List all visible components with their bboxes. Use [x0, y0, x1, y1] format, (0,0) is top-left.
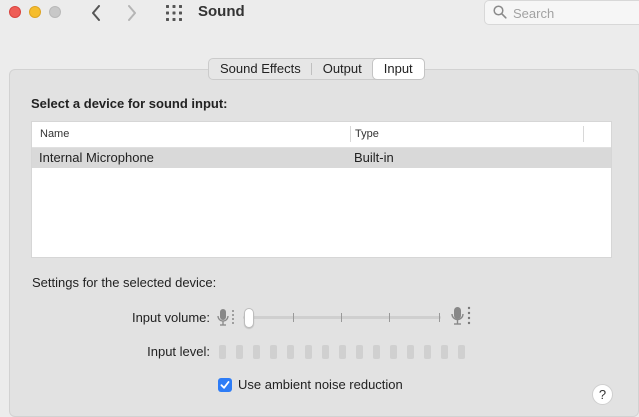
level-segment — [270, 345, 278, 359]
search-field[interactable]: Search — [484, 0, 639, 25]
level-segment — [304, 345, 312, 359]
table-row[interactable]: Internal Microphone Built-in — [32, 148, 611, 168]
level-segment — [372, 345, 380, 359]
help-button[interactable]: ? — [592, 384, 613, 405]
checkmark-icon — [220, 381, 230, 389]
input-volume-track[interactable] — [243, 316, 441, 319]
table-header: Name Type — [32, 122, 611, 148]
noise-reduction-checkbox[interactable] — [218, 378, 232, 392]
slider-tick — [293, 313, 294, 322]
search-icon — [493, 5, 507, 19]
level-segment — [253, 345, 261, 359]
column-header-name[interactable]: Name — [40, 128, 69, 140]
level-segment — [407, 345, 415, 359]
chevron-right-icon — [128, 5, 136, 21]
search-placeholder: Search — [513, 6, 555, 21]
slider-tick — [341, 313, 342, 322]
device-type: Built-in — [354, 150, 394, 165]
minimize-window-button[interactable] — [29, 6, 41, 18]
back-button[interactable] — [85, 2, 107, 24]
level-segment — [219, 345, 226, 359]
tab-input[interactable]: Input — [372, 59, 424, 79]
close-window-button[interactable] — [9, 6, 21, 18]
tab-bar: Sound Effects Output Input — [208, 58, 425, 80]
settings-heading: Settings for the selected device: — [32, 275, 217, 290]
device-select-heading: Select a device for sound input: — [31, 96, 228, 111]
level-segment — [458, 345, 466, 359]
column-divider — [583, 126, 584, 142]
title-bar: Sound Search — [0, 0, 639, 26]
level-segment — [424, 345, 432, 359]
chevron-left-icon — [92, 5, 100, 21]
zoom-window-button[interactable] — [49, 6, 61, 18]
level-segment — [441, 345, 449, 359]
slider-tick — [389, 313, 390, 322]
microphone-low-icon — [217, 309, 234, 326]
level-segment — [355, 345, 363, 359]
grid-icon — [166, 5, 182, 21]
tab-output[interactable]: Output — [312, 59, 373, 79]
level-segment — [321, 345, 329, 359]
noise-reduction-label[interactable]: Use ambient noise reduction — [238, 377, 403, 392]
level-segment — [287, 345, 295, 359]
device-name: Internal Microphone — [39, 150, 154, 165]
forward-button[interactable] — [121, 2, 143, 24]
level-segment — [236, 345, 244, 359]
column-header-type[interactable]: Type — [355, 128, 379, 140]
microphone-high-icon — [451, 306, 471, 325]
input-level-label: Input level: — [147, 344, 210, 359]
show-all-button[interactable] — [165, 4, 183, 22]
tab-sound-effects[interactable]: Sound Effects — [209, 59, 312, 79]
level-segment — [338, 345, 346, 359]
slider-tick — [439, 313, 440, 322]
column-divider — [350, 126, 351, 142]
level-segment — [390, 345, 397, 359]
input-device-table: Name Type Internal Microphone Built-in — [31, 121, 612, 258]
window-title: Sound — [198, 3, 245, 20]
input-volume-label: Input volume: — [131, 310, 210, 325]
input-volume-slider-thumb[interactable] — [243, 308, 254, 328]
